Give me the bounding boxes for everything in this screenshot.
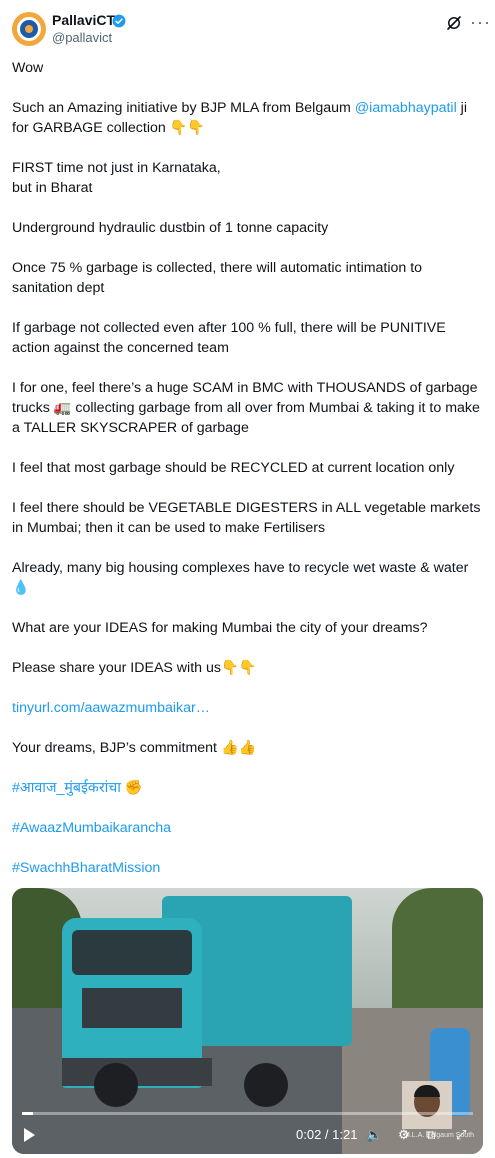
tweet-paragraph: I for one, feel there’s a huge SCAM in B… — [12, 380, 484, 436]
tweet-paragraph: I feel that most garbage should be RECYC… — [12, 460, 455, 476]
settings-icon[interactable]: ⚙ — [398, 1127, 410, 1143]
author-name[interactable]: PallaviCT — [52, 12, 115, 28]
truck-wheel — [94, 1063, 138, 1107]
more-icon[interactable]: ··· — [470, 12, 491, 33]
speaker-inset — [402, 1081, 452, 1129]
tweet-paragraph: Once 75 % garbage is collected, there wi… — [12, 260, 427, 296]
tweet-paragraph: Wow — [12, 60, 44, 76]
tweet-paragraph: Already, many big housing complexes have… — [12, 560, 473, 596]
truck-grille — [82, 988, 182, 1028]
hashtag-link[interactable]: #आवाज_मुंबईकरांचा ✊ — [12, 778, 483, 798]
truck-windshield — [72, 930, 192, 975]
play-icon[interactable] — [24, 1128, 35, 1142]
tweet-body: Wow Such an Amazing initiative by BJP ML… — [12, 58, 483, 898]
pip-icon[interactable]: ⧉ — [426, 1127, 435, 1143]
hashtag-link[interactable]: #AwaazMumbaikarancha — [12, 818, 483, 838]
grok-icon[interactable] — [445, 14, 463, 32]
verified-badge-icon — [112, 14, 126, 28]
tweet-paragraph: If garbage not collected even after 100 … — [12, 320, 450, 356]
truck-wheel — [244, 1063, 288, 1107]
mute-icon[interactable]: 🔈 — [366, 1127, 382, 1143]
video-player[interactable]: M.L.A. Belgaum South 0:02 / 1:21 🔈 ⚙ ⧉ ⤢ — [12, 888, 483, 1154]
video-trees — [392, 888, 483, 1008]
tweet-paragraph: I feel there should be VEGETABLE DIGESTE… — [12, 500, 485, 536]
tweet-paragraph: FIRST time not just in Karnataka, but in… — [12, 160, 221, 196]
video-time: 0:02 / 1:21 — [296, 1127, 358, 1142]
tweet-paragraph: What are your IDEAS for making Mumbai th… — [12, 620, 428, 636]
tweet-header: PallaviCT @pallavict ··· — [12, 10, 490, 50]
tweet-text: Such an Amazing initiative by BJP MLA fr… — [12, 100, 355, 116]
tweet-paragraph: Such an Amazing initiative by BJP MLA fr… — [12, 98, 483, 138]
avatar[interactable] — [12, 12, 46, 46]
tweet-paragraph: Your dreams, BJP’s commitment 👍👍 — [12, 740, 257, 756]
author-handle[interactable]: @pallavict — [52, 30, 112, 45]
tweet-paragraph: Please share your IDEAS with us👇👇 — [12, 660, 257, 676]
video-progress-fill — [22, 1112, 34, 1115]
video-progress-bar[interactable] — [22, 1112, 473, 1115]
external-link[interactable]: tinyurl.com/aawazmumbaikar… — [12, 698, 483, 718]
hashtag-link[interactable]: #SwachhBharatMission — [12, 858, 483, 878]
mention-link[interactable]: @iamabhaypatil — [355, 100, 457, 116]
tweet-paragraph: Underground hydraulic dustbin of 1 tonne… — [12, 220, 329, 236]
fullscreen-icon[interactable]: ⤢ — [456, 1127, 466, 1143]
